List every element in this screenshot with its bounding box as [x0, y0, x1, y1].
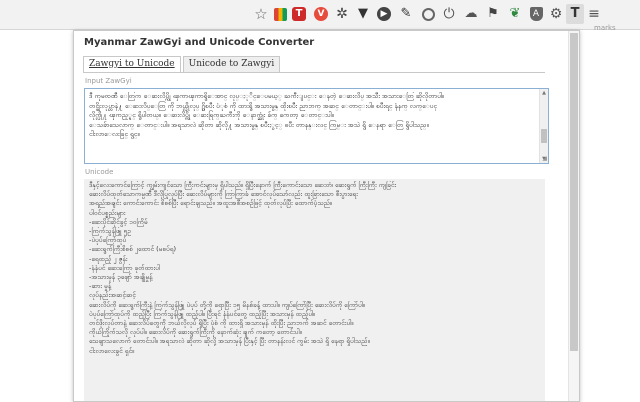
output-line: သေချာသလောက် တောင်းပါ။ အရသာလဲ ဆိုတာ ဆိုလိ…: [89, 337, 370, 346]
tab-unicode-to-zawgyi[interactable]: Unicode to Zawgyi: [182, 56, 281, 72]
shield-icon[interactable]: ▼: [355, 6, 371, 22]
output-line: ပါဝင်ပစ္စည်းများ: [89, 208, 126, 217]
unicode-output-text: ဒီနှင့်လေးကောင်ကြောင့် ကျွမ်းကျင်သော ကြီ…: [89, 181, 541, 401]
virtualbox-icon[interactable]: ▶: [376, 6, 392, 22]
popup-scroll-thumb[interactable]: [570, 33, 578, 351]
input-line: လိုက္လို႔ ၾကည့္ရင္ ရွိပါတယ္။ ေဆးလိပ္ကို …: [89, 111, 334, 119]
output-line: -ပဲပုပ်ကြော်ထုပ်: [89, 236, 127, 245]
output-line: လုပ်နည်းအဆင့်ဆင့်: [89, 291, 136, 300]
star-icon[interactable]: ☆: [253, 6, 269, 22]
input-line: တင္ဖိုးလုပ္တာနဲ႔ ေဆးလိပ္ေတြ ကို ဘယ္လိုလု…: [89, 101, 438, 110]
tab-bar: Zawgyi to Unicode Unicode to Zawgyi: [83, 56, 282, 72]
clock-icon[interactable]: [420, 6, 436, 22]
unicode-output-box: ဒီနှင့်လေးကောင်ကြောင့် ကျွမ်းကျင်သော ကြီ…: [84, 179, 545, 401]
output-line: -နံနံပင် ဆေးကြော ခုတ်ထားပါ: [89, 263, 160, 272]
output-label: Unicode: [85, 168, 114, 176]
popup-title: Myanmar ZawGyi and Unicode Converter: [84, 37, 315, 48]
input-line: ေသခ်ာသေလာက္ ေတာင္းပါ။ အရသာလဲ ဆိုတာ ဆိုလိ…: [89, 120, 429, 129]
browser-toolbar: ☆ T V ✲ ▼ ▶ ✎ ⏻ ☁ ⚑ ❦ A ⚙ T ≡ marks: [0, 0, 640, 32]
output-line: ငါးလာလေးခွင် ရှင်။: [89, 346, 135, 355]
output-line: တင်ဖိုးလုပ်တာနဲ့ ဆေးလိပ်တွေကို ဘယ်လိုလုပ…: [89, 319, 354, 328]
output-line: ကိုယ်ကြိုက်သလို လုပ်ပါ။ ဆေးလိပ်ကို ဆေးရွ…: [89, 328, 302, 337]
menu-icon[interactable]: ≡: [586, 6, 602, 22]
scroll-up-arrow-icon[interactable]: ▲: [541, 90, 547, 96]
input-label: Input ZawGyi: [85, 77, 132, 85]
zawgyi-converter-t-icon[interactable]: T: [566, 4, 584, 24]
cloud-icon[interactable]: ☁: [463, 6, 479, 22]
input-line: ငါးလာေလးခြင္ ရွင္။: [89, 130, 140, 138]
output-line: ဆေးလိပ်ထုတ်သောကမ္ပဏီ ဒီလိုပြုလုပ်ပြီး ဆေ…: [89, 190, 358, 199]
tab-zawgyi-to-unicode[interactable]: Zawgyi to Unicode: [83, 56, 181, 72]
flag-icon[interactable]: ⚑: [485, 6, 501, 22]
translate-t-icon[interactable]: T: [291, 6, 307, 22]
leaf-icon[interactable]: ❦: [507, 6, 523, 22]
power-icon[interactable]: ⏻: [441, 6, 457, 22]
output-line: -အသားမှန် ၃ဖျော် အချိုမှုန့်: [89, 273, 153, 282]
converter-popup: Myanmar ZawGyi and Unicode Converter Zaw…: [73, 30, 580, 402]
output-line: -ဆေးပိုင်ဆိုင်ခွင့် ၁၀ကြိမ်: [89, 217, 148, 226]
output-line: ပဲပုပ်ကြော်ထုပ်ကို ထည့်ပြီး ကြက်သွန်ဖြူ …: [89, 309, 316, 318]
resize-grip-icon[interactable]: ◢: [542, 156, 547, 162]
google-maps-icon[interactable]: [272, 6, 288, 22]
bookmarks-clipped-text: marks: [594, 24, 616, 32]
tab-divider: [83, 72, 545, 73]
output-line: ဒီနှင့်လေးကောင်ကြောင့် ကျွမ်းကျင်သော ကြီ…: [89, 181, 397, 189]
output-line: -ကြက်သွန်ဖြူ ၅ဥ: [89, 227, 131, 236]
output-line: -ဆား မှုန့်: [89, 282, 112, 291]
zawgyi-input-text[interactable]: ဒီ ကုမၸဏီ ေတြက ေဆးလိပ္ကို ၾကာၾကာရွိေအာင္…: [89, 92, 535, 160]
input-scrollbar[interactable]: ▲ ▼: [539, 89, 548, 163]
output-line: ဆေးလိပ်ကို ဆေးရွက်ကြီးနဲ့ ကြက်သွန်ဖြူ ပဲ…: [89, 300, 365, 309]
gear-icon[interactable]: ✲: [334, 6, 350, 22]
input-scroll-thumb[interactable]: [541, 129, 547, 143]
input-line: ဒီ ကုမၸဏီ ေတြက ေဆးလိပ္ကို ၾကာၾကာရွိေအာင္…: [89, 92, 444, 100]
settings-icon[interactable]: ⚙: [548, 6, 564, 22]
popup-scrollbar[interactable]: [568, 31, 579, 401]
output-line: -ဆေးရွက်ကြီးစိစစ် ၂ထောင် (မစပ်ရ): [89, 245, 177, 254]
vivaldi-v-icon[interactable]: V: [313, 6, 329, 22]
output-line: အရည်အချင်း ကောင်းကောင်း စိစစ်ပြီး ရောင်း…: [89, 199, 332, 208]
output-line: -ရေထည့် ၂ ဇွန်း: [89, 254, 128, 263]
adblock-shield-icon[interactable]: A: [528, 6, 544, 22]
zawgyi-input-textarea[interactable]: ဒီ ကုမၸဏီ ေတြက ေဆးလိပ္ကို ၾကာၾကာရွိေအာင္…: [84, 88, 549, 164]
eyedropper-icon[interactable]: ✎: [398, 6, 414, 22]
